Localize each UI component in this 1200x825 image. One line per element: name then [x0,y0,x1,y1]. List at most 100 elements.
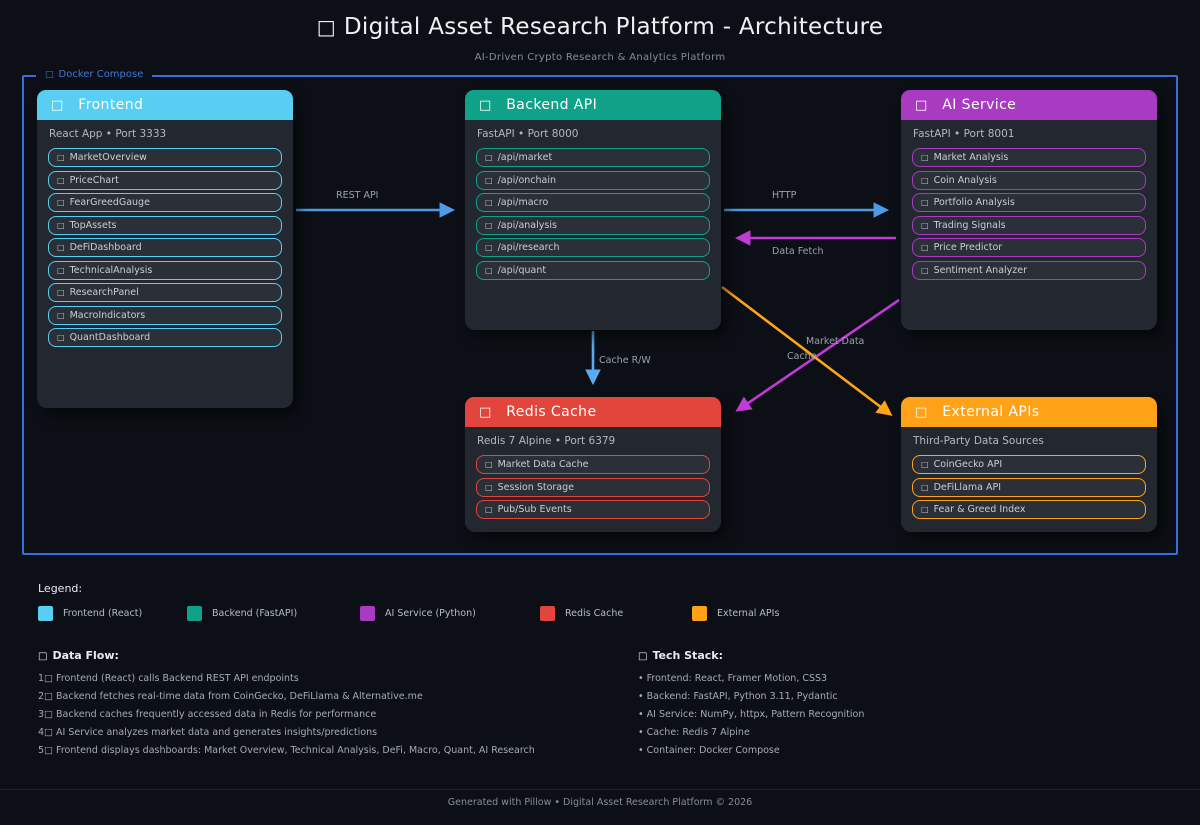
missing-glyph-icon: □ [921,243,929,252]
component-item: □PriceChart [48,171,282,190]
item-label: QuantDashboard [70,332,151,343]
data-flow-line: 1□ Frontend (React) calls Backend REST A… [38,673,598,684]
ai-service-subtitle: FastAPI • Port 8001 [901,120,1157,146]
missing-glyph-icon: □ [57,333,65,342]
redis-title: Redis Cache [506,404,596,420]
arrow-label-http: HTTP [772,190,796,201]
legend-title: Legend: [38,582,82,595]
tech-stack-line: • AI Service: NumPy, httpx, Pattern Reco… [638,709,1198,720]
component-item: □ Market Data Cache [476,455,710,474]
item-label: TopAssets [70,220,117,231]
data-flow-heading-text: Data Flow: [52,649,118,662]
component-item: □Pub/Sub Events [476,500,710,519]
external-apis-header: □ External APIs [901,397,1157,427]
component-item: □/api/quant [476,261,710,280]
component-item: □ MacroIndicators [48,306,282,325]
missing-glyph-icon: □ [921,460,929,469]
ai-service-title: AI Service [942,97,1016,113]
component-item: □ Market Analysis [912,148,1146,167]
page-title-text: Digital Asset Research Platform - Archit… [344,14,883,40]
missing-glyph-icon: □ [921,153,929,162]
item-label: DeFiDashboard [70,242,142,253]
component-item: □ Price Predictor [912,238,1146,257]
backend-items: □ /api/market □ /api/onchain □/api/macro □… [465,146,721,280]
missing-glyph-icon: □ [45,70,54,80]
footer: Generated with Pillow • Digital Asset Re… [0,789,1200,808]
item-label: DeFiLlama API [934,482,1001,493]
component-item: □DeFiDashboard [48,238,282,257]
tech-stack-section: □Tech Stack: • Frontend: React, Framer M… [638,649,1198,763]
legend-entry: Redis Cache [540,606,623,621]
data-flow-section: □ Data Flow: 1□ Frontend (React) calls Ba… [38,649,598,763]
missing-glyph-icon: □ [921,266,929,275]
item-label: Coin Analysis [934,175,997,186]
missing-glyph-icon: □ [485,176,493,185]
missing-glyph-icon: □ [485,198,493,207]
component-item: □/api/macro [476,193,710,212]
missing-glyph-icon: □ [921,505,929,514]
external-apis-title: External APIs [942,404,1039,420]
component-item: □TopAssets [48,216,282,235]
component-item: □ Sentiment Analyzer [912,261,1146,280]
missing-glyph-icon: □ [485,153,493,162]
frontend-swatch [38,606,53,621]
redis-header: □ Redis Cache [465,397,721,427]
tech-stack-heading: □Tech Stack: [638,649,1198,662]
item-label: Sentiment Analyzer [934,265,1027,276]
item-label: Market Data Cache [498,459,589,470]
missing-glyph-icon: □ [57,311,65,320]
item-label: Portfolio Analysis [934,197,1015,208]
missing-glyph-icon: □ [38,651,47,662]
missing-glyph-icon: □ [485,221,493,230]
missing-glyph-icon: □ [485,460,493,469]
missing-glyph-icon: □ [57,153,65,162]
item-label: Trading Signals [934,220,1006,231]
legend-entry: Frontend (React) [38,606,142,621]
item-label: Market Analysis [934,152,1009,163]
component-item: □ TechnicalAnalysis [48,261,282,280]
external-apis-box: □ External APIs Third-Party Data Sources… [901,397,1157,532]
component-item: □ Session Storage [476,478,710,497]
missing-glyph-icon: □ [485,483,493,492]
component-item: □/api/research [476,238,710,257]
legend-label: AI Service (Python) [385,608,476,619]
data-flow-line: 5□ Frontend displays dashboards: Market … [38,745,598,756]
component-item: □ Trading Signals [912,216,1146,235]
redis-items: □ Market Data Cache □ Session Storage □Pub… [465,453,721,519]
missing-glyph-icon: □ [921,198,929,207]
legend-label: Frontend (React) [63,608,142,619]
arrow-label-cache-rw: Cache R/W [599,355,651,366]
docker-compose-label-text: Docker Compose [59,69,144,80]
component-item: □Coin Analysis [912,171,1146,190]
item-label: /api/quant [498,265,547,276]
item-label: MarketOverview [70,152,147,163]
frontend-subtitle: React App • Port 3333 [37,120,293,146]
redis-box: □ Redis Cache Redis 7 Alpine • Port 6379… [465,397,721,532]
item-label: MacroIndicators [70,310,146,321]
tech-stack-line: • Frontend: React, Framer Motion, CSS3 [638,673,1198,684]
external-apis-items: □CoinGecko API □DeFiLlama API □Fear & Gr… [901,453,1157,519]
item-label: CoinGecko API [934,459,1003,470]
item-label: Price Predictor [934,242,1003,253]
item-label: /api/onchain [498,175,556,186]
data-flow-line: 2□ Backend fetches real-time data from C… [38,691,598,702]
arrow-label-market-data: Market Data [806,336,864,347]
tech-stack-line: • Backend: FastAPI, Python 3.11, Pydanti… [638,691,1198,702]
legend-label: Backend (FastAPI) [212,608,297,619]
backend-box: □ Backend API FastAPI • Port 8000 □/api/… [465,90,721,330]
missing-glyph-icon: □ [57,266,65,275]
item-label: /api/market [498,152,553,163]
item-label: TechnicalAnalysis [70,265,153,276]
architecture-diagram: □ Digital Asset Research Platform - Archi… [0,0,1200,825]
item-label: /api/research [498,242,560,253]
item-label: ResearchPanel [70,287,139,298]
missing-glyph-icon: □ [479,405,491,420]
missing-glyph-icon: □ [921,221,929,230]
backend-header: □ Backend API [465,90,721,120]
item-label: Session Storage [498,482,574,493]
ai-service-header: □ AI Service [901,90,1157,120]
data-flow-heading: □ Data Flow: [38,649,598,662]
data-flow-line: 3□ Backend caches frequently accessed da… [38,709,598,720]
item-label: /api/analysis [498,220,557,231]
missing-glyph-icon: □ [57,176,65,185]
